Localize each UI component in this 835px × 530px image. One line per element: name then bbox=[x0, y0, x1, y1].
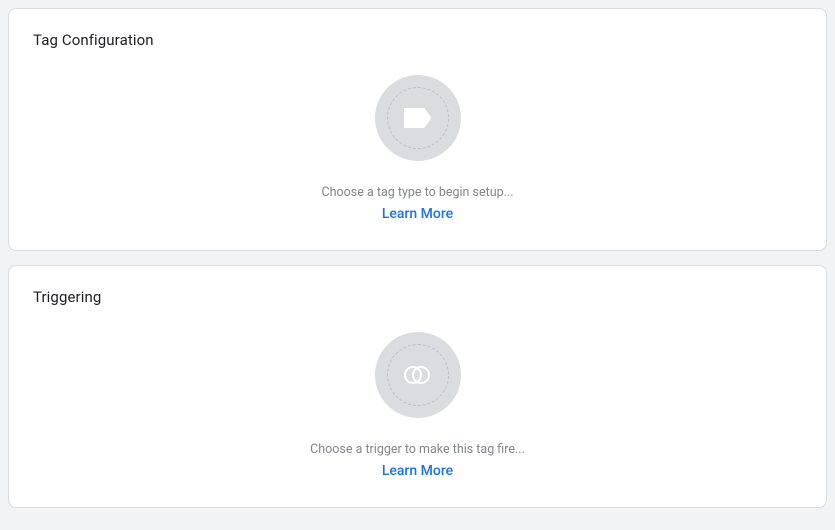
triggering-card[interactable]: Triggering Choose a trigger to make this… bbox=[8, 265, 827, 508]
triggering-hint: Choose a trigger to make this tag fire..… bbox=[310, 442, 525, 457]
triggering-learn-more-link[interactable]: Learn More bbox=[382, 463, 453, 479]
tag-configuration-title: Tag Configuration bbox=[33, 31, 802, 49]
tag-configuration-card[interactable]: Tag Configuration Choose a tag type to b… bbox=[8, 8, 827, 251]
triggering-empty-state: Choose a trigger to make this tag fire..… bbox=[33, 306, 802, 479]
triggering-title: Triggering bbox=[33, 288, 802, 306]
tag-configuration-empty-state: Choose a tag type to begin setup... Lear… bbox=[33, 49, 802, 222]
tag-icon bbox=[375, 75, 461, 161]
trigger-icon bbox=[375, 332, 461, 418]
tag-configuration-learn-more-link[interactable]: Learn More bbox=[382, 206, 453, 222]
tag-configuration-hint: Choose a tag type to begin setup... bbox=[322, 185, 514, 200]
